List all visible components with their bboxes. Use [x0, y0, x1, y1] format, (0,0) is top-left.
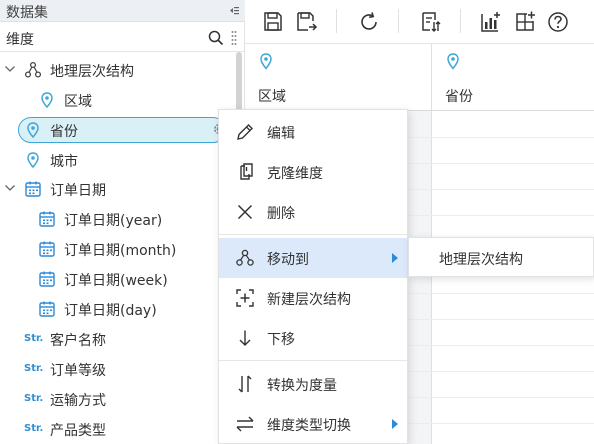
map-pin-icon	[260, 53, 272, 70]
collapse-panel-icon[interactable]	[229, 6, 239, 15]
context-menu: 编辑 克隆维度 删除 移动到 新建层次结构 下移 转换为度量 维度类型切换	[218, 109, 408, 444]
tree-item-label: 订单日期	[50, 183, 106, 199]
submenu-arrow-icon	[392, 419, 398, 429]
submenu-item-geo-hierarchy[interactable]: 地理层次结构	[439, 249, 523, 269]
tree-item-label: 订单日期(week)	[64, 273, 168, 289]
chevron-down-icon[interactable]	[4, 63, 16, 75]
tree-item-label: 运输方式	[50, 393, 106, 409]
hierarchy-icon	[236, 249, 254, 266]
clone-icon	[240, 163, 253, 180]
help-icon[interactable]	[546, 10, 570, 34]
toolbar-separator	[398, 9, 399, 33]
tree-item-customer-name[interactable]: Str. 客户名称	[0, 324, 236, 354]
convert-icon	[238, 375, 252, 393]
toolbar-separator	[336, 9, 337, 33]
tree-item-order-date-week[interactable]: 订单日期(week)	[0, 264, 236, 294]
tree-item-geo-hierarchy[interactable]: 地理层次结构	[0, 55, 236, 85]
tree-item-order-date-day[interactable]: 订单日期(day)	[0, 294, 236, 324]
add-hierarchy-icon	[236, 289, 254, 307]
pencil-icon	[237, 124, 253, 140]
move-to-submenu: 地理层次结构	[408, 237, 594, 277]
swap-icon	[236, 416, 254, 432]
tree-item-city[interactable]: 城市	[0, 145, 236, 175]
menu-item-label: 新建层次结构	[267, 292, 351, 308]
tree-item-order-level[interactable]: Str. 订单等级	[0, 354, 236, 384]
string-type-badge: Str.	[24, 423, 44, 434]
map-pin-icon	[447, 53, 459, 70]
dimension-search-row: 维度	[0, 24, 245, 52]
tree-item-label: 订单日期(day)	[64, 303, 157, 319]
toolbar-separator	[460, 9, 461, 33]
tree-item-label: 产品类型	[50, 423, 106, 439]
tree-item-region[interactable]: 区域	[0, 85, 236, 115]
tree-item-shipping-method[interactable]: Str. 运输方式	[0, 384, 236, 414]
close-icon	[237, 204, 253, 220]
save-icon[interactable]	[261, 10, 285, 34]
tree-item-order-date-year[interactable]: 订单日期(year)	[0, 204, 236, 234]
arrow-down-icon	[239, 330, 251, 346]
menu-item-new-hierarchy[interactable]: 新建层次结构	[219, 278, 407, 318]
tree-item-order-date[interactable]: 订单日期	[0, 174, 236, 204]
menu-item-convert-to-measure[interactable]: 转换为度量	[219, 364, 407, 404]
dimension-section-label: 维度	[6, 32, 34, 48]
panel-title: 数据集	[6, 5, 48, 21]
tree-item-label: 订单日期(month)	[64, 243, 177, 259]
add-grid-icon[interactable]	[513, 10, 537, 34]
hierarchy-icon	[24, 61, 42, 78]
menu-item-label: 移动到	[267, 252, 309, 268]
menu-item-label: 克隆维度	[267, 166, 323, 182]
toolbar	[245, 0, 594, 44]
chevron-down-icon[interactable]	[4, 182, 16, 194]
tree-item-label: 省份	[50, 124, 78, 140]
menu-item-label: 删除	[267, 206, 295, 222]
menu-item-edit[interactable]: 编辑	[219, 112, 407, 152]
map-pin-icon	[27, 152, 39, 169]
string-type-badge: Str.	[24, 363, 44, 374]
menu-item-delete[interactable]: 删除	[219, 192, 407, 232]
menu-separator	[219, 234, 407, 235]
tree-item-province[interactable]: 省份	[0, 115, 236, 145]
tree-item-label: 订单等级	[50, 363, 106, 379]
calendar-icon	[25, 181, 41, 197]
menu-item-clone-dimension[interactable]: 克隆维度	[219, 152, 407, 192]
column-header-label: 省份	[445, 89, 473, 105]
menu-separator	[219, 360, 407, 361]
calendar-icon	[39, 271, 55, 287]
string-type-badge: Str.	[24, 393, 44, 404]
tree-item-label: 区域	[64, 94, 92, 110]
menu-item-label: 编辑	[267, 126, 295, 142]
tree-item-label: 客户名称	[50, 333, 106, 349]
add-chart-icon[interactable]	[479, 10, 503, 34]
menu-item-label: 下移	[267, 332, 295, 348]
refresh-icon[interactable]	[357, 10, 381, 34]
calendar-icon	[39, 241, 55, 257]
map-pin-icon	[41, 92, 53, 109]
map-pin-icon	[27, 122, 39, 139]
search-icon[interactable]	[208, 30, 224, 46]
tree-item-order-date-month[interactable]: 订单日期(month)	[0, 234, 236, 264]
sort-icon[interactable]	[419, 10, 443, 34]
submenu-arrow-icon	[392, 253, 398, 263]
menu-item-switch-dimension-type[interactable]: 维度类型切换	[219, 404, 407, 444]
tree-item-label: 城市	[50, 154, 78, 170]
save-as-icon[interactable]	[295, 10, 319, 34]
calendar-icon	[39, 301, 55, 317]
drag-grip-icon[interactable]	[231, 30, 237, 46]
tree-item-label: 地理层次结构	[50, 64, 134, 80]
tree-item-product-type[interactable]: Str. 产品类型	[0, 414, 236, 444]
menu-item-label: 转换为度量	[267, 378, 337, 394]
panel-header: 数据集	[0, 0, 245, 22]
column-header-province[interactable]: 省份	[432, 44, 594, 111]
menu-item-label: 维度类型切换	[267, 418, 351, 434]
string-type-badge: Str.	[24, 333, 44, 344]
column-header-region[interactable]: 区域	[245, 44, 431, 111]
menu-item-move-down[interactable]: 下移	[219, 318, 407, 358]
menu-item-move-to[interactable]: 移动到	[219, 238, 407, 278]
column-header-label: 区域	[258, 89, 286, 105]
tree-item-label: 订单日期(year)	[64, 213, 163, 229]
calendar-icon	[39, 211, 55, 227]
